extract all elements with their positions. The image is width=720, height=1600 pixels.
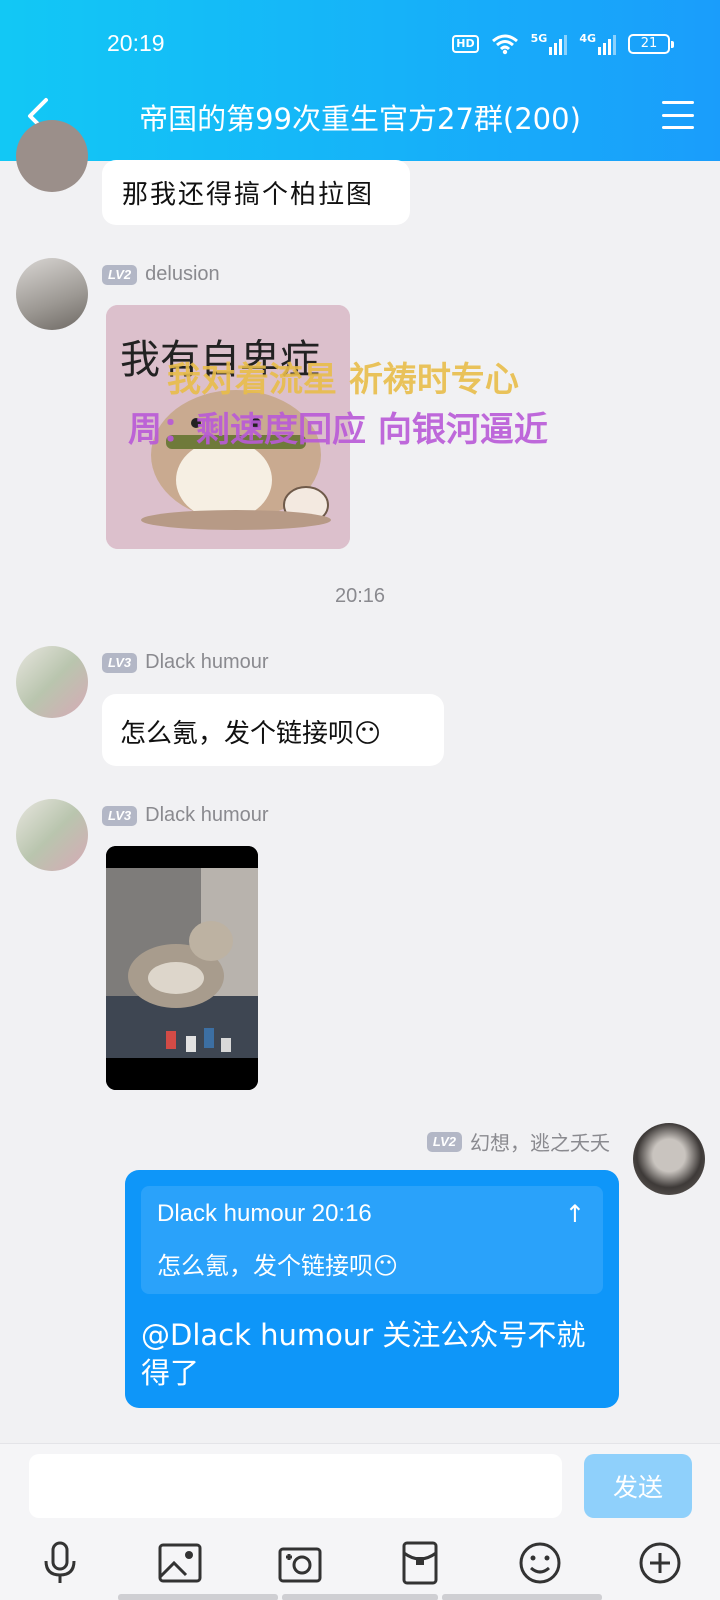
avatar[interactable] [16,799,88,871]
message-input[interactable] [29,1454,562,1518]
message-bubble[interactable]: 怎么氪，发个链接呗😶 [102,694,444,766]
signal-5g: 5G [531,32,568,55]
message-text: 怎么氪，发个链接呗😶 [120,719,382,749]
send-button[interactable]: 发送 [584,1454,692,1518]
gesture-bar [118,1594,278,1600]
message-bubble[interactable]: 那我还得搞个柏拉图 [102,160,410,225]
my-avatar[interactable] [633,1123,705,1195]
menu-line [662,101,694,104]
avatar[interactable] [16,258,88,330]
gesture-bar [442,1594,602,1600]
microphone-icon[interactable] [36,1539,84,1587]
avatar[interactable] [16,646,88,718]
photo-image[interactable] [106,846,258,1090]
sender-row: LV2 幻想，逃之夭夭 [426,1127,610,1156]
sender-name[interactable]: delusion [145,263,220,286]
avatar[interactable] [16,120,88,192]
input-toolbar [0,1539,720,1595]
menu-line [662,113,694,117]
sender-row: LV3 Dlack humour [102,651,269,674]
quote-header: Dlack humour 20:16 [157,1200,372,1227]
status-icons: HD 5G 4G 21 [452,32,674,55]
status-time: 20:19 [107,30,165,56]
lyric-overlay-line2: 周：剩速度回应 向银河逼近 [128,410,548,450]
level-badge: LV3 [102,652,138,673]
message-text: 那我还得搞个柏拉图 [122,180,375,210]
menu-line [662,126,694,129]
header-bar: 20:19 HD 5G 4G 21 帝国的第99次重生官方27群(200) [0,0,720,161]
quote-text: 怎么氪，发个链接呗😶 [157,1252,399,1280]
red-packet-icon[interactable] [396,1539,444,1587]
sender-name[interactable]: Dlack humour [145,651,268,674]
image-icon[interactable] [156,1539,204,1587]
chat-title: 帝国的第99次重生官方27群(200) [139,102,581,136]
sender-name[interactable]: 幻想，逃之夭夭 [470,1127,610,1156]
input-area: 发送 [0,1443,720,1600]
signal-bars-icon [598,35,616,55]
time-separator: 20:16 [334,585,386,607]
net-4g-label: 4G [579,32,596,45]
level-badge: LV3 [102,805,138,826]
plus-icon[interactable] [636,1539,684,1587]
signal-4g: 4G [579,32,616,55]
wifi-icon [491,34,518,54]
gesture-bar [282,1594,438,1600]
emoji-icon[interactable] [516,1539,564,1587]
signal-bars-icon [549,35,568,55]
sender-row: LV2 delusion [102,263,220,286]
quote-jump-icon[interactable]: ↑ [565,1200,585,1228]
sender-name[interactable]: Dlack humour [145,804,268,827]
battery-icon: 21 [628,33,674,54]
level-badge: LV2 [102,264,138,285]
cat-photo-icon [106,846,258,1090]
camera-icon[interactable] [276,1539,324,1587]
my-message-bubble[interactable]: Dlack humour 20:16 ↑ 怎么氪，发个链接呗😶 @Dlack h… [125,1170,619,1408]
message-text: @Dlack humour 关注公众号不就得了 [141,1318,586,1390]
sender-row: LV3 Dlack humour [102,804,269,827]
quote-block[interactable]: Dlack humour 20:16 ↑ 怎么氪，发个链接呗😶 [141,1186,603,1294]
hd-badge: HD [452,34,479,53]
lyric-overlay-line1: 我对着流星 祈祷时专心 [167,360,519,400]
menu-button[interactable] [662,101,694,129]
level-badge: LV2 [426,1131,462,1152]
net-5g-label: 5G [530,32,548,45]
